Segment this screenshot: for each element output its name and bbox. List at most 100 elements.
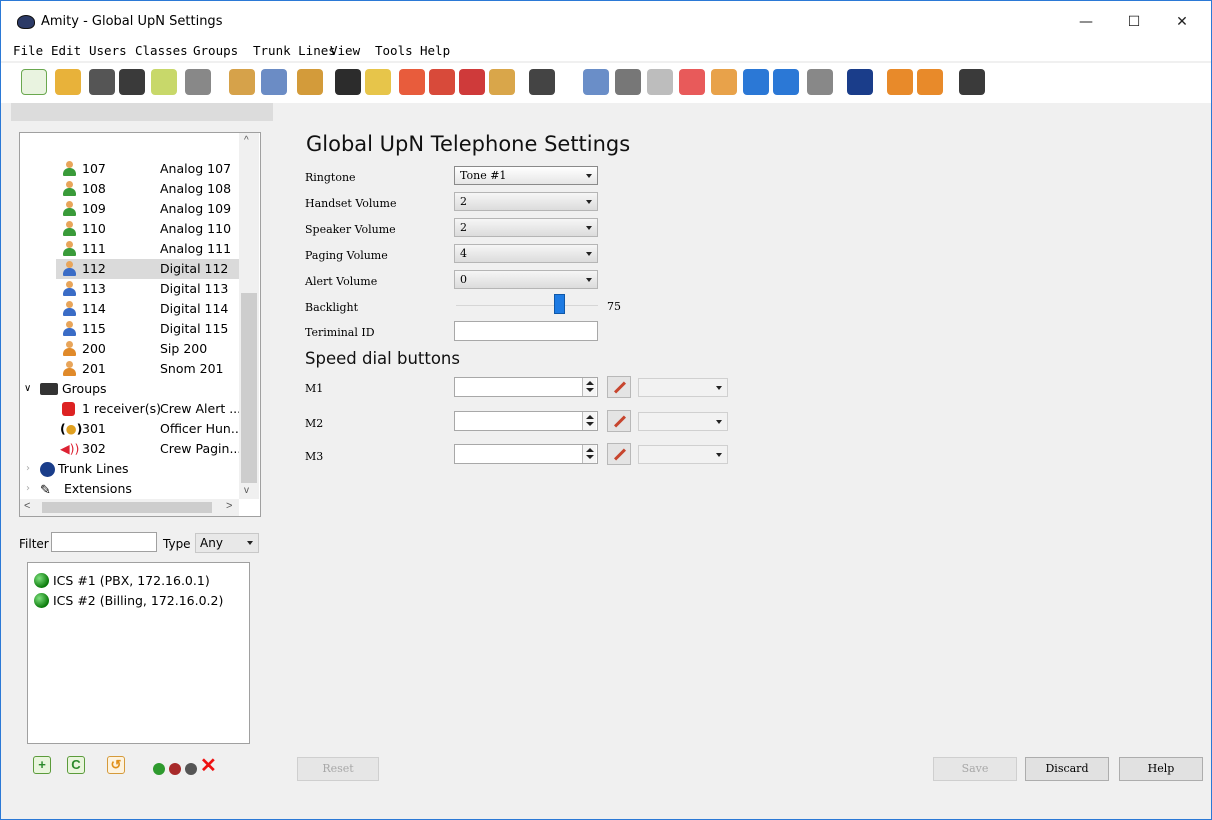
tree-row[interactable]: 201 Snom 201	[20, 359, 244, 379]
tree-panel[interactable]: 107 Analog 107 108 Analog 108 109 Analog…	[19, 132, 261, 517]
menu-groups[interactable]: Groups	[193, 43, 238, 58]
alert-volume-select[interactable]: 0	[454, 270, 598, 289]
alert-add-icon[interactable]	[399, 69, 425, 95]
list-item[interactable]: ICS #1 (PBX, 172.16.0.1)	[34, 571, 210, 591]
new-icon[interactable]	[21, 69, 47, 95]
scroll-up-icon[interactable]: ^	[244, 135, 249, 146]
tree-row[interactable]: 111 Analog 111	[20, 239, 244, 259]
backlight-slider-track[interactable]	[456, 305, 598, 306]
type-select[interactable]: Any	[195, 533, 259, 553]
m2-type-select[interactable]	[638, 412, 728, 431]
tree-row[interactable]: 113 Digital 113	[20, 279, 244, 299]
m2-spinner[interactable]	[582, 412, 596, 430]
undo-icon[interactable]: ↺	[107, 756, 125, 774]
tree-row-selected[interactable]: 112 Digital 112	[56, 259, 240, 279]
tree-row[interactable]: ◀)) 302 Crew Pagin...	[20, 439, 244, 459]
alarm-add-icon[interactable]	[459, 69, 485, 95]
ics-list[interactable]: ICS #1 (PBX, 172.16.0.1) ICS #2 (Billing…	[27, 562, 250, 744]
chevron-right-icon[interactable]: ›	[26, 459, 30, 479]
forward-arrow-icon[interactable]	[917, 69, 943, 95]
menu-tools[interactable]: Tools	[375, 43, 413, 58]
m2-input[interactable]	[454, 411, 598, 431]
status-red-icon[interactable]	[169, 763, 181, 775]
tree-row[interactable]: 200 Sip 200	[20, 339, 244, 359]
tree-row[interactable]: 107 Analog 107	[20, 159, 244, 179]
m3-input[interactable]	[454, 444, 598, 464]
tree-node-groups[interactable]: ∨ Groups	[20, 379, 244, 399]
status-green-icon[interactable]	[153, 763, 165, 775]
minimize-button[interactable]: —	[1063, 9, 1109, 35]
menu-trunk-lines[interactable]: Trunk Lines	[253, 43, 336, 58]
handset-volume-select[interactable]: 2	[454, 192, 598, 211]
speaker-volume-select[interactable]: 2	[454, 218, 598, 237]
open-folder-icon[interactable]	[55, 69, 81, 95]
add-icon[interactable]: +	[33, 756, 51, 774]
scroll-thumb[interactable]	[241, 293, 257, 483]
tree-node-trunk-lines[interactable]: › Trunk Lines	[20, 459, 244, 479]
upload-icon[interactable]	[773, 69, 799, 95]
settings-gear-icon[interactable]	[615, 69, 641, 95]
tools-icon[interactable]	[807, 69, 833, 95]
m1-input[interactable]	[454, 377, 598, 397]
m1-edit-button[interactable]	[607, 376, 631, 398]
phone-icon[interactable]	[529, 69, 555, 95]
menu-users[interactable]: Users	[89, 43, 127, 58]
alert-icon[interactable]	[429, 69, 455, 95]
m1-spinner[interactable]	[582, 378, 596, 396]
trunk-add-icon[interactable]	[847, 69, 873, 95]
tree-row[interactable]: 114 Digital 114	[20, 299, 244, 319]
m3-edit-button[interactable]	[607, 443, 631, 465]
extension-add-icon[interactable]	[583, 69, 609, 95]
refresh-icon[interactable]: C	[67, 756, 85, 774]
chevron-right-icon[interactable]: ›	[26, 479, 30, 499]
paging-icon[interactable]	[365, 69, 391, 95]
tree-row[interactable]: 115 Digital 115	[20, 319, 244, 339]
back-arrow-icon[interactable]	[887, 69, 913, 95]
transfer-icon[interactable]	[743, 69, 769, 95]
chevron-down-icon[interactable]: ∨	[24, 379, 31, 399]
m3-spinner[interactable]	[582, 445, 596, 463]
scroll-left-icon[interactable]: <	[24, 500, 30, 512]
tree-row[interactable]: (●) 301 Officer Hun...	[20, 419, 244, 439]
paging-volume-select[interactable]: 4	[454, 244, 598, 263]
remove-x-icon[interactable]: ✕	[200, 756, 217, 776]
export-icon[interactable]	[151, 69, 177, 95]
tree-row[interactable]: 110 Analog 110	[20, 219, 244, 239]
m2-edit-button[interactable]	[607, 410, 631, 432]
connect-icon[interactable]	[679, 69, 705, 95]
menu-file[interactable]: File	[13, 43, 43, 58]
scroll-right-icon[interactable]: >	[226, 500, 232, 512]
tree-horizontal-scrollbar[interactable]: < >	[20, 499, 239, 516]
backlight-slider-thumb[interactable]	[554, 294, 566, 314]
menu-edit[interactable]: Edit	[51, 43, 81, 58]
menu-view[interactable]: View	[330, 43, 360, 58]
scroll-down-icon[interactable]: v	[244, 485, 249, 496]
list-item[interactable]: ICS #2 (Billing, 172.16.0.2)	[34, 591, 223, 611]
discard-button[interactable]: Discard	[1025, 757, 1109, 781]
user-group-icon[interactable]	[711, 69, 737, 95]
tree-node-extensions[interactable]: › ✎ Extensions	[20, 479, 244, 499]
menu-help[interactable]: Help	[420, 43, 450, 58]
status-grey-icon[interactable]	[185, 763, 197, 775]
save-button[interactable]: Save	[933, 757, 1017, 781]
user-card-icon[interactable]	[261, 69, 287, 95]
ringtone-select[interactable]: Tone #1	[454, 166, 598, 185]
menu-classes[interactable]: Classes	[135, 43, 188, 58]
help-button[interactable]: Help	[1119, 757, 1203, 781]
tree-row[interactable]: 1 receiver(s) Crew Alert ...	[20, 399, 244, 419]
save-icon[interactable]	[89, 69, 115, 95]
reset-button[interactable]: Reset	[297, 757, 379, 781]
terminal-id-input[interactable]	[454, 321, 598, 341]
scroll-thumb[interactable]	[42, 502, 212, 513]
close-button[interactable]: ✕	[1159, 9, 1205, 35]
filter-input[interactable]	[51, 532, 157, 552]
tree-row[interactable]: 108 Analog 108	[20, 179, 244, 199]
maximize-button[interactable]: ☐	[1111, 9, 1157, 35]
m1-type-select[interactable]	[638, 378, 728, 397]
add-class-icon[interactable]	[297, 69, 323, 95]
save-as-icon[interactable]	[119, 69, 145, 95]
print-icon[interactable]	[185, 69, 211, 95]
server-icon[interactable]	[959, 69, 985, 95]
m3-type-select[interactable]	[638, 445, 728, 464]
tree-row[interactable]: 109 Analog 109	[20, 199, 244, 219]
